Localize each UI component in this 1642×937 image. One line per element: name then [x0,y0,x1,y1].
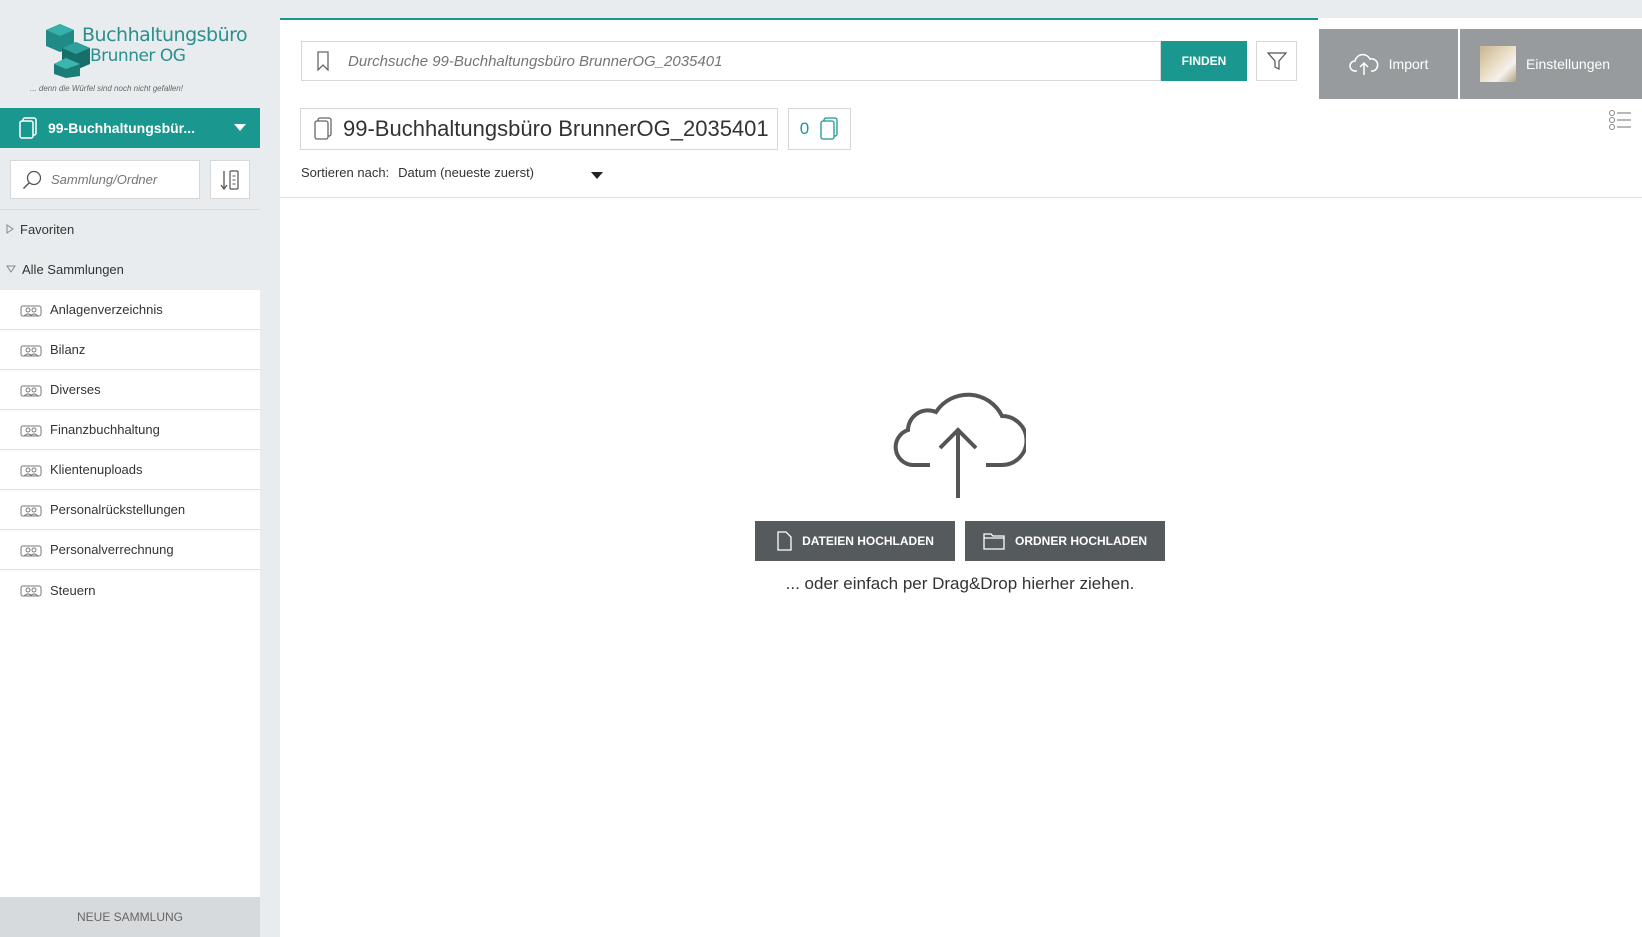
document-count-value: 0 [799,119,810,138]
sidebar-divider [0,209,260,210]
filter-button[interactable] [1256,41,1297,81]
collection-item-label: Bilanz [50,342,86,357]
company-logo: Buchhaltungsbüro Brunner OG ... denn die… [0,0,260,108]
upload-files-button[interactable]: DATEIEN HOCHLADEN [755,521,955,561]
list-view-icon[interactable] [1608,109,1632,131]
sort-toggle-button[interactable] [210,160,250,199]
new-collection-button[interactable]: NEUE SAMMLUNG [0,897,260,937]
collection-item-label: Anlagenverzeichnis [50,302,163,317]
logo-name-line1: Buchhaltungsbüro [82,24,248,46]
triangle-right-icon [6,224,14,234]
collection-item-finanzbuchhaltung[interactable]: Finanzbuchhaltung [0,410,260,450]
tree-node-label: Alle Sammlungen [22,261,124,277]
collection-item-anlagenverzeichnis[interactable]: Anlagenverzeichnis [0,290,260,330]
upload-folder-label: ORDNER HOCHLADEN [1015,534,1147,548]
sort-order-icon [220,169,239,190]
cloud-upload-icon [893,392,1026,498]
collection-list: Anlagenverzeichnis Bilanz Diverses Finan… [0,290,260,610]
collection-people-icon [20,585,42,597]
collection-item-label: Diverses [50,382,101,397]
sidebar-empty-area [0,610,260,897]
tree-node-favoriten[interactable]: Favoriten [0,211,260,247]
document-count: 0 [788,108,851,150]
settings-label: Einstellungen [1526,56,1611,72]
collection-title-text: 99-Buchhaltungsbüro BrunnerOG_2035401 [343,116,769,141]
collection-item-label: Finanzbuchhaltung [50,422,160,437]
collection-people-icon [20,425,42,436]
file-icon [777,531,792,551]
collection-people-icon [20,465,42,476]
tree-node-label: Favoriten [20,221,75,237]
collection-people-icon [20,385,42,396]
triangle-down-icon [6,265,16,273]
collection-item-personalverrechnung[interactable]: Personalverrechnung [0,530,260,570]
header-separator [280,197,1642,198]
sort-select-value[interactable]: Datum (neueste zuerst) [398,165,534,180]
find-button[interactable]: FINDEN [1161,41,1247,81]
import-label: Import [1388,56,1429,72]
collection-selector[interactable]: 99-Buchhaltungsbür... [0,108,260,148]
collection-item-label: Klientenuploads [50,462,143,477]
search-icon [22,170,42,190]
collection-item-label: Personalrückstellungen [50,502,186,517]
accent-line [280,18,1318,20]
folder-icon [983,533,1005,550]
collection-search-field[interactable] [10,160,200,199]
sort-label: Sortieren nach: [301,165,390,180]
collection-item-bilanz[interactable]: Bilanz [0,330,260,370]
document-stack-icon [19,117,37,139]
bookmark-icon[interactable] [316,51,330,71]
collection-people-icon [20,505,42,516]
document-stack-icon [820,117,838,140]
sidebar: Buchhaltungsbüro Brunner OG ... denn die… [0,0,260,937]
logo-name-line2: Brunner OG [90,46,186,66]
document-stack-icon [314,117,332,140]
avatar [1480,46,1516,82]
chevron-down-icon[interactable] [591,172,603,179]
filter-icon [1266,52,1287,70]
collection-search-input[interactable] [51,172,191,187]
upload-folder-button[interactable]: ORDNER HOCHLADEN [965,521,1165,561]
collection-item-klientenuploads[interactable]: Klientenuploads [0,450,260,490]
collection-title: 99-Buchhaltungsbüro BrunnerOG_2035401 [300,108,778,150]
collection-people-icon [20,545,42,556]
collection-item-label: Personalverrechnung [50,542,174,557]
upload-files-label: DATEIEN HOCHLADEN [802,534,934,548]
import-button[interactable]: Import [1319,29,1458,99]
cloud-upload-icon [1348,53,1379,75]
collection-people-icon [20,345,42,356]
logo-tagline: ... denn die Würfel sind noch nicht gefa… [30,84,183,93]
drag-drop-hint: ... oder einfach per Drag&Drop hierher z… [785,574,1135,593]
collection-item-steuern[interactable]: Steuern [0,570,260,610]
chevron-down-icon [234,124,246,131]
collection-people-icon [20,305,42,316]
collection-item-personalrueckstellungen[interactable]: Personalrückstellungen [0,490,260,530]
search-bar[interactable] [301,41,1161,81]
settings-button[interactable]: Einstellungen [1460,29,1642,99]
collection-selector-label: 99-Buchhaltungsbür... [48,120,196,136]
collection-item-label: Steuern [50,582,96,598]
tree-node-alle-sammlungen[interactable]: Alle Sammlungen [0,251,260,287]
collection-item-diverses[interactable]: Diverses [0,370,260,410]
sort-row: Sortieren nach: Datum (neueste zuerst) [301,165,534,180]
search-input[interactable] [348,52,1128,70]
